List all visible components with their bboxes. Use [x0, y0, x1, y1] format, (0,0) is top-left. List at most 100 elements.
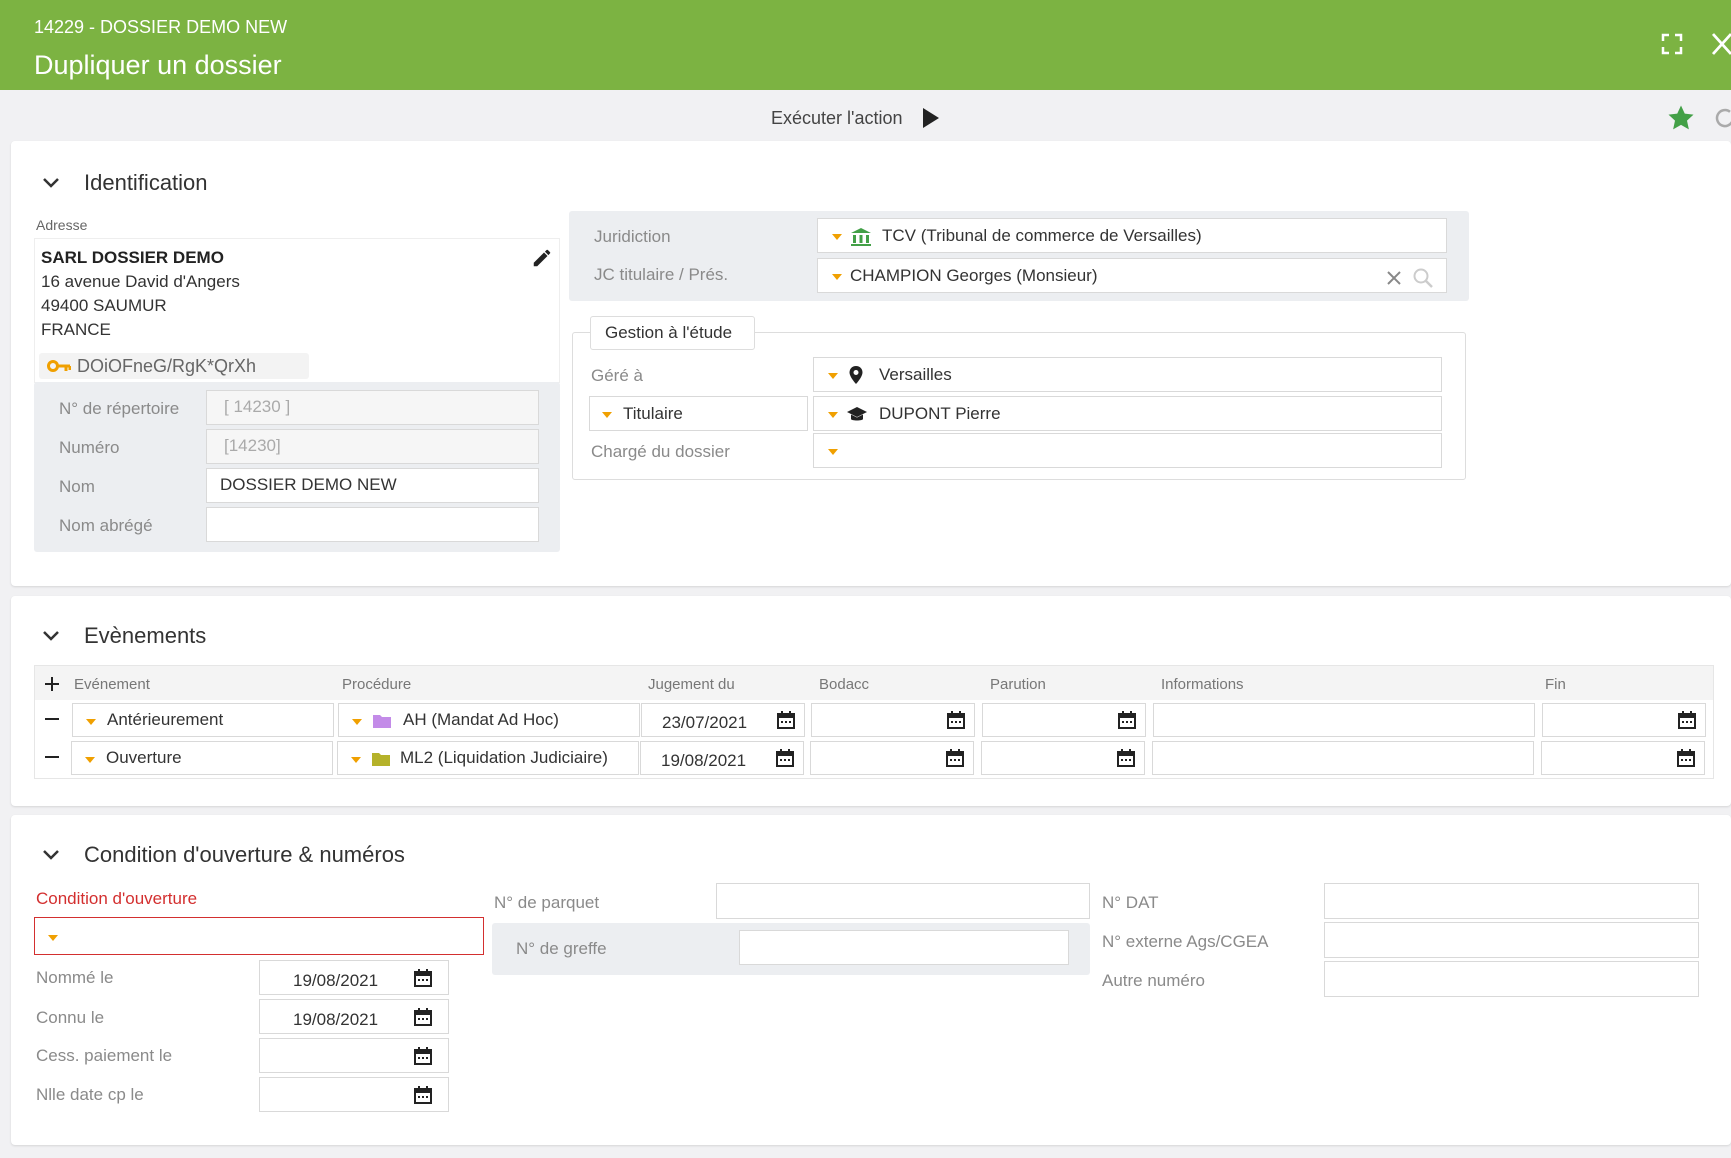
numero-field[interactable]: [14230] [206, 429, 539, 464]
titulaire-field[interactable]: DUPONT Pierre [813, 396, 1442, 431]
calendar-icon[interactable] [775, 748, 795, 768]
remove-icon[interactable] [44, 755, 60, 759]
condition-title: Condition d'ouverture & numéros [84, 842, 405, 867]
star-icon[interactable] [1666, 103, 1696, 133]
nomme-value: 19/08/2021 [293, 971, 379, 990]
col-parution: Parution [990, 676, 1046, 693]
titulaire-role-select[interactable]: Titulaire [589, 396, 808, 431]
nomme-label: Nommé le [36, 968, 114, 987]
calendar-icon[interactable] [413, 1085, 433, 1105]
procedure-select[interactable]: ML2 (Liquidation Judiciaire) [337, 741, 639, 775]
juridiction-field[interactable]: TCV (Tribunal de commerce de Versailles) [817, 218, 1447, 253]
play-icon[interactable] [922, 107, 940, 129]
ags-field[interactable] [1324, 922, 1699, 958]
charge-field[interactable] [813, 433, 1442, 468]
graduation-cap-icon [847, 407, 867, 421]
nom-label: Nom [59, 477, 95, 496]
dropdown-arrow-icon[interactable] [828, 449, 838, 455]
informations-field[interactable] [1152, 741, 1534, 775]
nom-abrege-label: Nom abrégé [59, 516, 153, 535]
procedure-value: AH (Mandat Ad Hoc) [403, 710, 559, 729]
event-select[interactable]: Ouverture [71, 741, 333, 775]
nom-field[interactable]: DOSSIER DEMO NEW [206, 468, 539, 503]
procedure-select[interactable]: AH (Mandat Ad Hoc) [338, 703, 640, 737]
calendar-icon[interactable] [1676, 748, 1696, 768]
chevron-down-icon[interactable] [41, 845, 61, 865]
identification-title: Identification [84, 170, 208, 195]
calendar-icon[interactable] [776, 710, 796, 730]
calendar-icon[interactable] [1116, 748, 1136, 768]
remove-icon[interactable] [44, 717, 60, 721]
dropdown-arrow-icon[interactable] [832, 234, 842, 240]
edit-icon[interactable] [531, 247, 553, 269]
jugement-date[interactable]: 23/07/2021 [641, 703, 805, 737]
jugement-date[interactable]: 19/08/2021 [640, 741, 804, 775]
calendar-icon[interactable] [945, 748, 965, 768]
jc-field[interactable]: CHAMPION Georges (Monsieur) [817, 258, 1447, 293]
informations-field[interactable] [1153, 703, 1535, 737]
window-subtitle: 14229 - DOSSIER DEMO NEW [34, 17, 288, 37]
bank-icon [851, 228, 871, 246]
dropdown-arrow-icon[interactable] [352, 719, 362, 725]
col-informations: Informations [1161, 676, 1244, 693]
address-street: 16 avenue David d'Angers [41, 272, 240, 291]
fin-date[interactable] [1542, 703, 1706, 737]
bodacc-date[interactable] [810, 741, 974, 775]
bodacc-date[interactable] [811, 703, 975, 737]
nlle-label: Nlle date cp le [36, 1085, 144, 1104]
search-icon[interactable] [1412, 267, 1434, 289]
calendar-icon[interactable] [413, 1007, 433, 1027]
condition-select[interactable] [34, 917, 484, 955]
fin-date[interactable] [1541, 741, 1705, 775]
history-icon[interactable] [1713, 106, 1731, 130]
add-icon[interactable] [44, 676, 60, 692]
col-bodacc: Bodacc [819, 676, 870, 693]
repertoire-label: N° de répertoire [59, 399, 180, 418]
gere-field[interactable]: Versailles [813, 357, 1442, 392]
chevron-down-icon[interactable] [41, 173, 61, 193]
fullscreen-icon[interactable] [1660, 32, 1684, 56]
dropdown-arrow-icon[interactable] [351, 757, 361, 763]
close-icon[interactable] [1710, 31, 1731, 57]
repertoire-field[interactable]: [ 14230 ] [206, 390, 539, 425]
calendar-icon[interactable] [413, 968, 433, 988]
dat-label: N° DAT [1102, 893, 1159, 912]
calendar-icon[interactable] [413, 1046, 433, 1066]
autre-field[interactable] [1324, 961, 1699, 997]
cess-date[interactable] [259, 1038, 449, 1073]
connu-date[interactable]: 19/08/2021 [259, 999, 449, 1034]
nom-abrege-field[interactable] [206, 507, 539, 542]
condition-label: Condition d'ouverture [36, 889, 198, 908]
greffe-field[interactable] [739, 930, 1069, 965]
address-name: SARL DOSSIER DEMO [41, 248, 224, 267]
dropdown-arrow-icon[interactable] [85, 757, 95, 763]
gere-value: Versailles [879, 365, 952, 384]
event-select[interactable]: Antérieurement [72, 703, 334, 737]
table-row: Ouverture ML2 (Liquidation Judiciaire) 1… [35, 739, 1713, 777]
nlle-date[interactable] [259, 1077, 449, 1112]
ags-label: N° externe Ags/CGEA [1102, 932, 1269, 951]
parution-date[interactable] [981, 741, 1145, 775]
greffe-label: N° de greffe [516, 939, 607, 958]
chevron-down-icon[interactable] [41, 626, 61, 646]
dropdown-arrow-icon[interactable] [832, 274, 842, 280]
clear-icon[interactable] [1386, 270, 1402, 286]
dropdown-arrow-icon[interactable] [48, 935, 58, 941]
calendar-icon[interactable] [1677, 710, 1697, 730]
parquet-label: N° de parquet [494, 893, 600, 912]
dropdown-arrow-icon[interactable] [86, 719, 96, 725]
execute-action-button[interactable]: Exécuter l'action [771, 108, 903, 129]
window-title: Dupliquer un dossier [34, 50, 282, 80]
calendar-icon[interactable] [1117, 710, 1137, 730]
dropdown-arrow-icon[interactable] [828, 412, 838, 418]
nomme-date[interactable]: 19/08/2021 [259, 960, 449, 995]
address-country: FRANCE [41, 320, 111, 339]
dat-field[interactable] [1324, 883, 1699, 919]
dropdown-arrow-icon[interactable] [602, 412, 612, 418]
calendar-icon[interactable] [946, 710, 966, 730]
dropdown-arrow-icon[interactable] [828, 373, 838, 379]
gestion-tab[interactable]: Gestion à l'étude [590, 316, 755, 350]
parquet-field[interactable] [716, 883, 1090, 919]
charge-label: Chargé du dossier [591, 442, 730, 461]
parution-date[interactable] [982, 703, 1146, 737]
